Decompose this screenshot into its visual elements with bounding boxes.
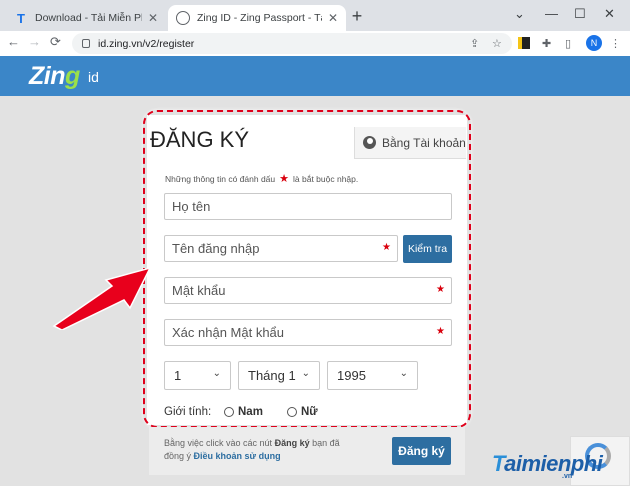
browser-toolbar: ← → ⟳ id.zing.vn/v2/register ⇪ ☆ ✚ ▯ N ⋮ bbox=[0, 31, 630, 56]
required-star-icon: ★ bbox=[436, 326, 445, 337]
watermark-letter: T bbox=[492, 451, 505, 476]
radio-icon[interactable] bbox=[287, 407, 297, 417]
terms-text-3: đồng ý bbox=[164, 451, 192, 461]
address-bar[interactable]: id.zing.vn/v2/register bbox=[72, 33, 512, 54]
window-close-icon[interactable]: ✕ bbox=[604, 6, 615, 22]
terms-note: Bằng việc click vào các nút Đăng ký bạn … bbox=[164, 437, 384, 463]
zing-logo[interactable]: Zing bbox=[29, 62, 80, 91]
note-text-end: là bắt buộc nhập. bbox=[293, 174, 359, 184]
forward-icon[interactable]: → bbox=[28, 34, 41, 49]
dob-year-select[interactable]: 1995 ⌄ bbox=[327, 361, 418, 390]
zing-id-label: id bbox=[88, 69, 99, 85]
extension-icon[interactable] bbox=[518, 37, 530, 49]
password-placeholder: Mật khẩu bbox=[172, 283, 226, 298]
tab-search-icon[interactable]: ⌄ bbox=[514, 6, 525, 22]
back-icon[interactable]: ← bbox=[7, 34, 20, 49]
note-text: Những thông tin có đánh dấu bbox=[165, 174, 276, 184]
user-icon bbox=[363, 136, 376, 149]
taimienphi-favicon-icon: T bbox=[17, 10, 25, 26]
fullname-placeholder: Họ tên bbox=[172, 199, 211, 214]
zing-logo-accent: g bbox=[65, 62, 80, 90]
terms-bold: Đăng ký bbox=[274, 438, 310, 448]
dob-month-select[interactable]: Tháng 1 ⌄ bbox=[238, 361, 320, 390]
new-tab-button[interactable]: + bbox=[347, 6, 367, 27]
chevron-down-icon: ⌄ bbox=[212, 368, 221, 379]
tab-zing-id[interactable]: Zing ID - Zing Passport - Tài khoả ✕ bbox=[168, 5, 346, 31]
bookmark-star-icon[interactable]: ☆ bbox=[492, 37, 502, 50]
url-text: id.zing.vn/v2/register bbox=[98, 37, 195, 50]
gender-male-label: Nam bbox=[238, 406, 263, 418]
menu-icon[interactable]: ⋮ bbox=[610, 37, 621, 50]
tab-account[interactable]: Bằng Tài khoản bbox=[354, 127, 466, 159]
red-arrow-icon bbox=[52, 266, 152, 330]
check-username-button[interactable]: Kiểm tra bbox=[403, 235, 452, 263]
dob-year-value: 1995 bbox=[337, 368, 366, 383]
required-note: Những thông tin có đánh dấu ★ là bắt buộc … bbox=[165, 172, 358, 185]
required-star-icon: ★ bbox=[279, 173, 290, 185]
zing-logo-text: Zin bbox=[29, 62, 66, 90]
register-button[interactable]: Đăng ký bbox=[392, 437, 451, 465]
tab-close-icon[interactable]: ✕ bbox=[328, 11, 338, 25]
required-star-icon: ★ bbox=[382, 242, 391, 253]
profile-avatar[interactable]: N bbox=[586, 35, 602, 51]
terms-text: Bằng việc click vào các nút bbox=[164, 438, 273, 448]
radio-icon[interactable] bbox=[224, 407, 234, 417]
gender-male-radio[interactable]: Nam bbox=[224, 406, 263, 418]
dob-day-select[interactable]: 1 ⌄ bbox=[164, 361, 231, 390]
terms-text-2: bạn đã bbox=[312, 438, 340, 448]
lock-icon[interactable] bbox=[82, 39, 90, 48]
watermark-suffix: .vn bbox=[562, 473, 573, 480]
gender-label: Giới tính: bbox=[164, 406, 212, 418]
gender-female-radio[interactable]: Nữ bbox=[287, 406, 318, 418]
globe-icon bbox=[176, 11, 190, 25]
terms-link[interactable]: Điều khoản sử dụng bbox=[194, 451, 281, 461]
required-star-icon: ★ bbox=[436, 284, 445, 295]
password-input[interactable]: Mật khẩu ★ bbox=[164, 277, 452, 304]
chevron-down-icon: ⌄ bbox=[399, 368, 408, 379]
gender-female-label: Nữ bbox=[301, 406, 318, 418]
extensions-puzzle-icon[interactable]: ✚ bbox=[542, 37, 551, 50]
browser-tab-strip: T Download - Tải Miễn Phí VN - Ph ✕ Zing… bbox=[0, 0, 630, 31]
tab-download[interactable]: T Download - Tải Miễn Phí VN - Ph ✕ bbox=[6, 5, 166, 31]
reload-icon[interactable]: ⟳ bbox=[50, 34, 61, 50]
minimize-icon[interactable]: — bbox=[545, 6, 558, 21]
watermark-text: aimienphi bbox=[504, 451, 603, 476]
page-title: ĐĂNG KÝ bbox=[150, 127, 250, 152]
share-icon[interactable]: ⇪ bbox=[470, 37, 479, 50]
maximize-icon[interactable]: ☐ bbox=[574, 6, 586, 22]
chevron-down-icon: ⌄ bbox=[301, 368, 310, 379]
dob-day-value: 1 bbox=[174, 368, 182, 383]
confirm-password-input[interactable]: Xác nhận Mật khẩu ★ bbox=[164, 319, 452, 346]
dob-month-value: Tháng 1 bbox=[248, 368, 296, 383]
username-placeholder: Tên đăng nhập bbox=[172, 241, 260, 256]
taimienphi-watermark: Taimienphi .vn bbox=[492, 451, 603, 480]
tab-title: Zing ID - Zing Passport - Tài khoả bbox=[197, 12, 322, 24]
fullname-input[interactable]: Họ tên bbox=[164, 193, 452, 220]
username-input[interactable]: Tên đăng nhập ★ bbox=[164, 235, 398, 262]
tab-account-label: Bằng Tài khoản bbox=[382, 135, 466, 150]
side-panel-icon[interactable]: ▯ bbox=[565, 37, 571, 50]
tab-close-icon[interactable]: ✕ bbox=[148, 11, 158, 25]
confirm-placeholder: Xác nhận Mật khẩu bbox=[172, 325, 285, 340]
tab-title: Download - Tải Miễn Phí VN - Ph bbox=[35, 12, 142, 24]
